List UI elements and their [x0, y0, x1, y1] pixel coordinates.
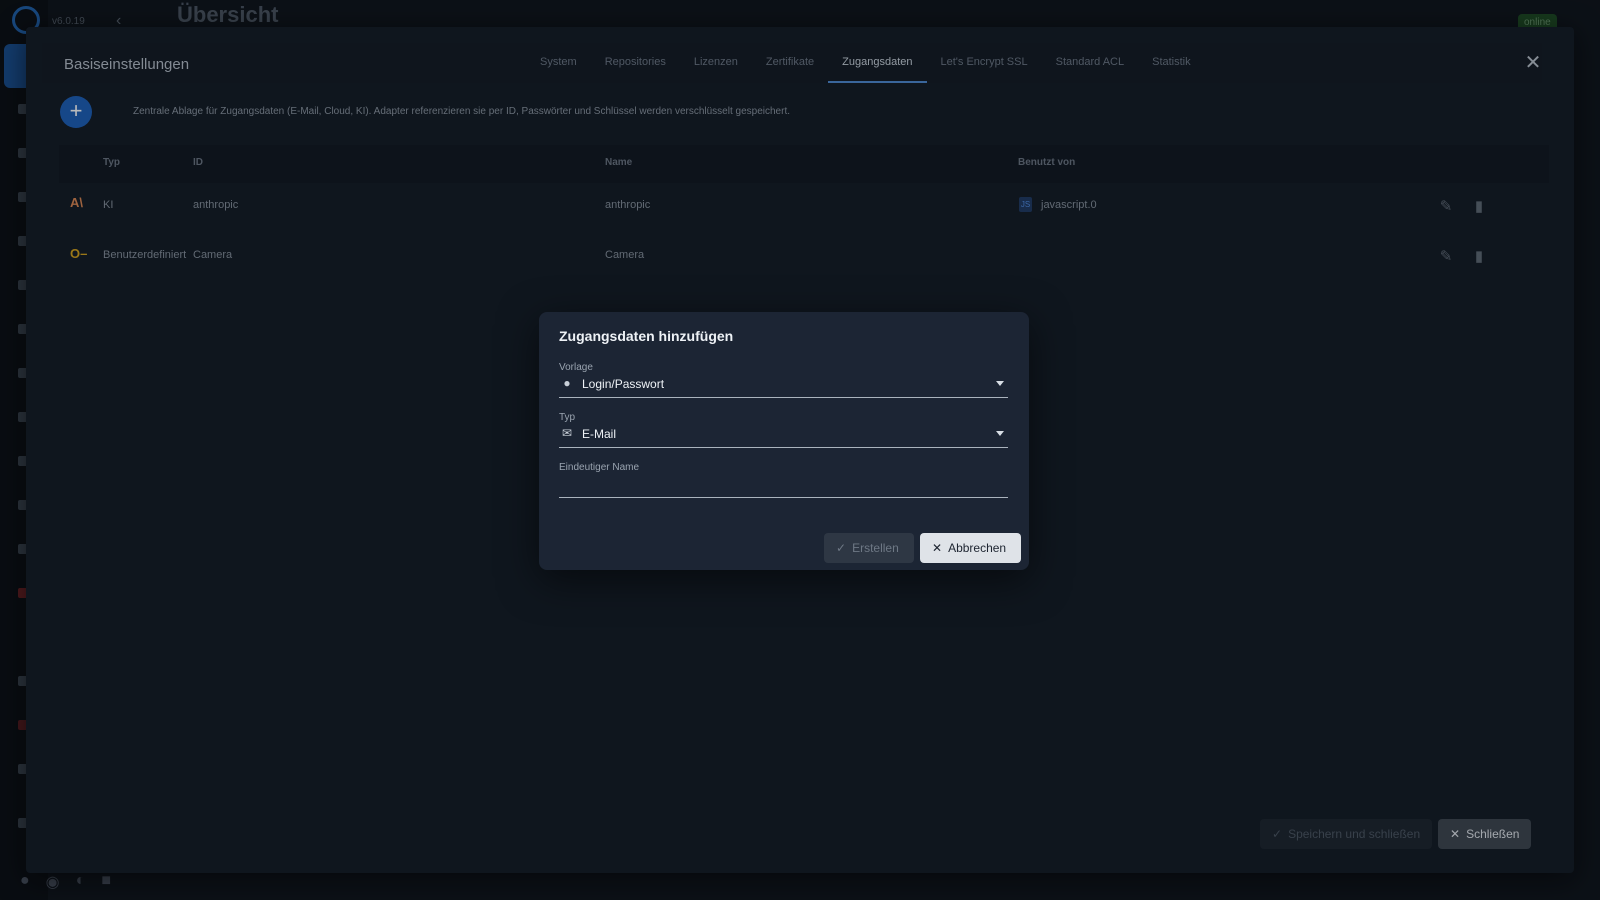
cancel-button[interactable]: ✕ Abbrechen — [920, 533, 1021, 563]
add-credentials-dialog: Zugangsdaten hinzufügen Vorlage ● Login/… — [539, 312, 1029, 570]
type-value: E-Mail — [582, 427, 617, 441]
person-icon: ● — [563, 376, 571, 390]
close-icon: ✕ — [932, 541, 943, 555]
unique-name-field[interactable] — [559, 474, 1008, 498]
template-value: Login/Passwort — [582, 377, 665, 391]
dialog-title: Zugangsdaten hinzufügen — [559, 328, 734, 344]
dropdown-arrow-icon — [996, 431, 1004, 436]
template-label: Vorlage — [559, 362, 593, 373]
dropdown-arrow-icon — [996, 381, 1004, 386]
unique-name-input[interactable] — [559, 474, 1008, 498]
check-icon: ✓ — [836, 541, 847, 555]
type-label: Typ — [559, 412, 576, 423]
create-label: Erstellen — [852, 541, 899, 555]
unique-name-label: Eindeutiger Name — [559, 462, 640, 473]
mail-icon: ✉ — [561, 426, 573, 440]
create-button[interactable]: ✓ Erstellen — [824, 533, 914, 563]
template-select[interactable]: ● Login/Passwort — [559, 374, 1008, 398]
cancel-label: Abbrechen — [948, 541, 1007, 555]
type-select[interactable]: ✉ E-Mail — [559, 424, 1008, 448]
